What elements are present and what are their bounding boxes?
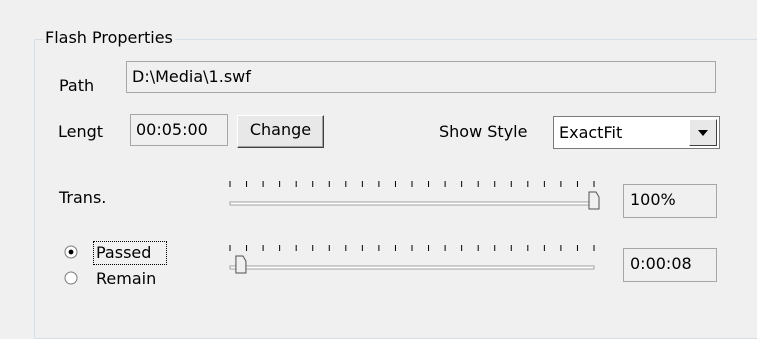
slider-thumb[interactable]	[235, 255, 247, 274]
change-button[interactable]: Change	[237, 115, 324, 148]
time-value: 0:00:08	[623, 248, 717, 282]
show-style-select[interactable]: ExactFit	[553, 116, 720, 149]
group-title: Flash Properties	[43, 28, 175, 48]
dropdown-button[interactable]	[689, 119, 717, 146]
path-field: D:\Media\1.swf	[126, 61, 716, 93]
passed-radio[interactable]	[62, 244, 84, 262]
time-slider[interactable]	[212, 240, 602, 280]
time-slider-track	[229, 245, 595, 274]
passed-label[interactable]: Passed	[96, 243, 151, 263]
show-style-value: ExactFit	[559, 123, 623, 142]
length-field: 00:05:00	[130, 114, 228, 146]
slider-track	[229, 265, 595, 270]
trans-value: 100%	[623, 184, 717, 218]
length-label: Lengt	[58, 122, 104, 141]
show-style-label: Show Style	[439, 122, 528, 141]
slider-thumb[interactable]	[588, 191, 600, 210]
path-label: Path	[59, 76, 95, 95]
remain-radio[interactable]	[62, 270, 84, 288]
chevron-down-icon	[698, 130, 708, 136]
trans-slider-track	[229, 181, 600, 210]
trans-slider[interactable]	[212, 176, 602, 216]
flash-properties-panel: { "group": { "title": "Flash Properties"…	[0, 0, 757, 339]
trans-label: Trans.	[59, 188, 107, 207]
remain-label[interactable]: Remain	[96, 269, 156, 289]
slider-track	[229, 201, 595, 206]
